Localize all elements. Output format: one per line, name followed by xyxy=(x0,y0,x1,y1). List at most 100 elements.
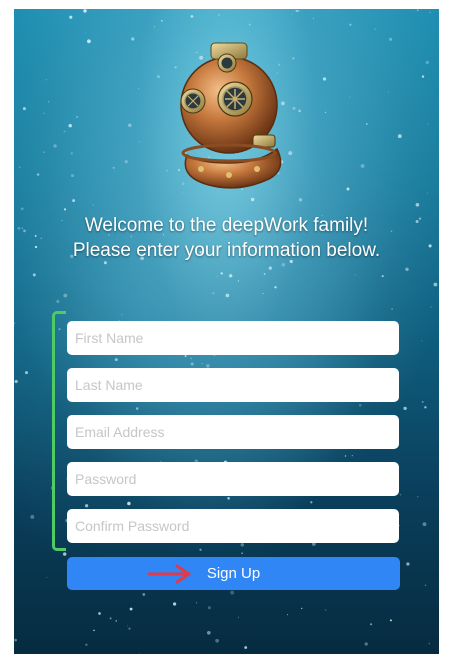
bubble xyxy=(70,152,73,155)
bubble xyxy=(19,166,21,168)
bubble xyxy=(381,275,384,278)
bubble xyxy=(124,160,128,164)
bubble xyxy=(225,293,230,298)
confirm-password-input[interactable] xyxy=(67,509,399,543)
bubble xyxy=(248,23,251,26)
bubble xyxy=(424,584,427,587)
bubble xyxy=(416,9,419,12)
bubble xyxy=(424,406,427,409)
bubble xyxy=(349,96,351,98)
bubble xyxy=(374,28,376,30)
bubble xyxy=(138,652,140,654)
bubble xyxy=(137,88,140,90)
bubble xyxy=(286,614,289,616)
bubble xyxy=(43,151,45,153)
bubble xyxy=(422,522,427,527)
bubble xyxy=(250,197,255,202)
password-input[interactable] xyxy=(67,462,399,496)
bubble xyxy=(32,273,36,277)
bubble xyxy=(45,79,48,81)
bubble xyxy=(131,37,135,41)
bubble xyxy=(68,124,72,128)
bubble xyxy=(344,455,347,457)
bubble xyxy=(93,629,95,632)
bubble xyxy=(349,23,352,26)
bubble xyxy=(406,562,410,566)
bubble xyxy=(230,590,235,595)
bubble xyxy=(268,266,272,270)
bubble xyxy=(56,299,60,304)
bubble xyxy=(389,37,393,41)
bubble xyxy=(112,166,115,169)
bubble xyxy=(365,123,368,126)
bubble xyxy=(127,501,131,506)
bubble xyxy=(98,612,101,615)
bubble xyxy=(70,174,74,178)
last-name-input[interactable] xyxy=(67,368,399,402)
bubble xyxy=(415,202,420,207)
first-name-input[interactable] xyxy=(67,321,399,355)
bubble xyxy=(190,15,194,18)
bubble xyxy=(274,286,277,289)
bubble xyxy=(405,267,409,272)
bubble xyxy=(399,494,402,496)
bubble xyxy=(142,593,146,596)
bubble xyxy=(190,357,192,360)
bubble xyxy=(429,11,431,13)
bubble xyxy=(229,274,233,278)
bubble xyxy=(206,630,211,635)
bubble xyxy=(139,141,141,142)
bubble xyxy=(244,646,248,649)
bubble xyxy=(109,617,112,620)
bubble xyxy=(346,187,350,191)
bubble xyxy=(85,32,87,34)
email-input[interactable] xyxy=(67,415,399,449)
bubble xyxy=(312,17,315,20)
bubble xyxy=(215,638,219,643)
bubble xyxy=(14,379,18,384)
bubble xyxy=(262,292,264,295)
bubble xyxy=(364,642,368,646)
bubble xyxy=(220,272,223,275)
bubble xyxy=(358,403,362,407)
bubble xyxy=(325,609,327,611)
bubble xyxy=(387,91,389,93)
sign-up-label: Sign Up xyxy=(206,565,261,582)
bubble xyxy=(166,169,168,172)
bubble xyxy=(184,355,187,357)
bubble xyxy=(212,292,215,295)
bubble xyxy=(227,496,230,500)
bubble xyxy=(22,107,26,111)
bubble xyxy=(295,9,298,13)
welcome-subtitle: Please enter your information below. xyxy=(72,240,381,261)
diving-helmet-icon xyxy=(180,42,282,189)
bubble xyxy=(237,616,239,618)
bubble xyxy=(291,13,293,15)
bubble xyxy=(263,273,266,275)
bubble xyxy=(292,106,296,110)
bubble xyxy=(83,9,87,13)
bubble xyxy=(63,552,67,556)
bubble xyxy=(207,606,211,610)
bubble xyxy=(298,198,303,202)
bubble xyxy=(115,620,117,622)
bubble xyxy=(324,111,327,113)
bubble xyxy=(301,607,303,610)
bubble xyxy=(241,552,243,554)
bubble xyxy=(48,101,50,103)
bubble xyxy=(63,208,67,211)
bubble xyxy=(14,638,17,642)
bubble xyxy=(427,123,429,125)
bubble xyxy=(360,164,365,168)
bubble xyxy=(157,75,160,79)
bubble xyxy=(92,204,94,206)
bubble xyxy=(428,642,431,645)
bubble xyxy=(161,19,163,22)
bubble xyxy=(370,623,373,626)
bubble xyxy=(391,308,394,310)
sign-up-button[interactable]: Sign Up xyxy=(67,557,400,590)
bubble xyxy=(237,280,240,282)
bubble xyxy=(30,514,35,519)
bubble xyxy=(351,455,353,457)
bubble xyxy=(430,306,432,308)
